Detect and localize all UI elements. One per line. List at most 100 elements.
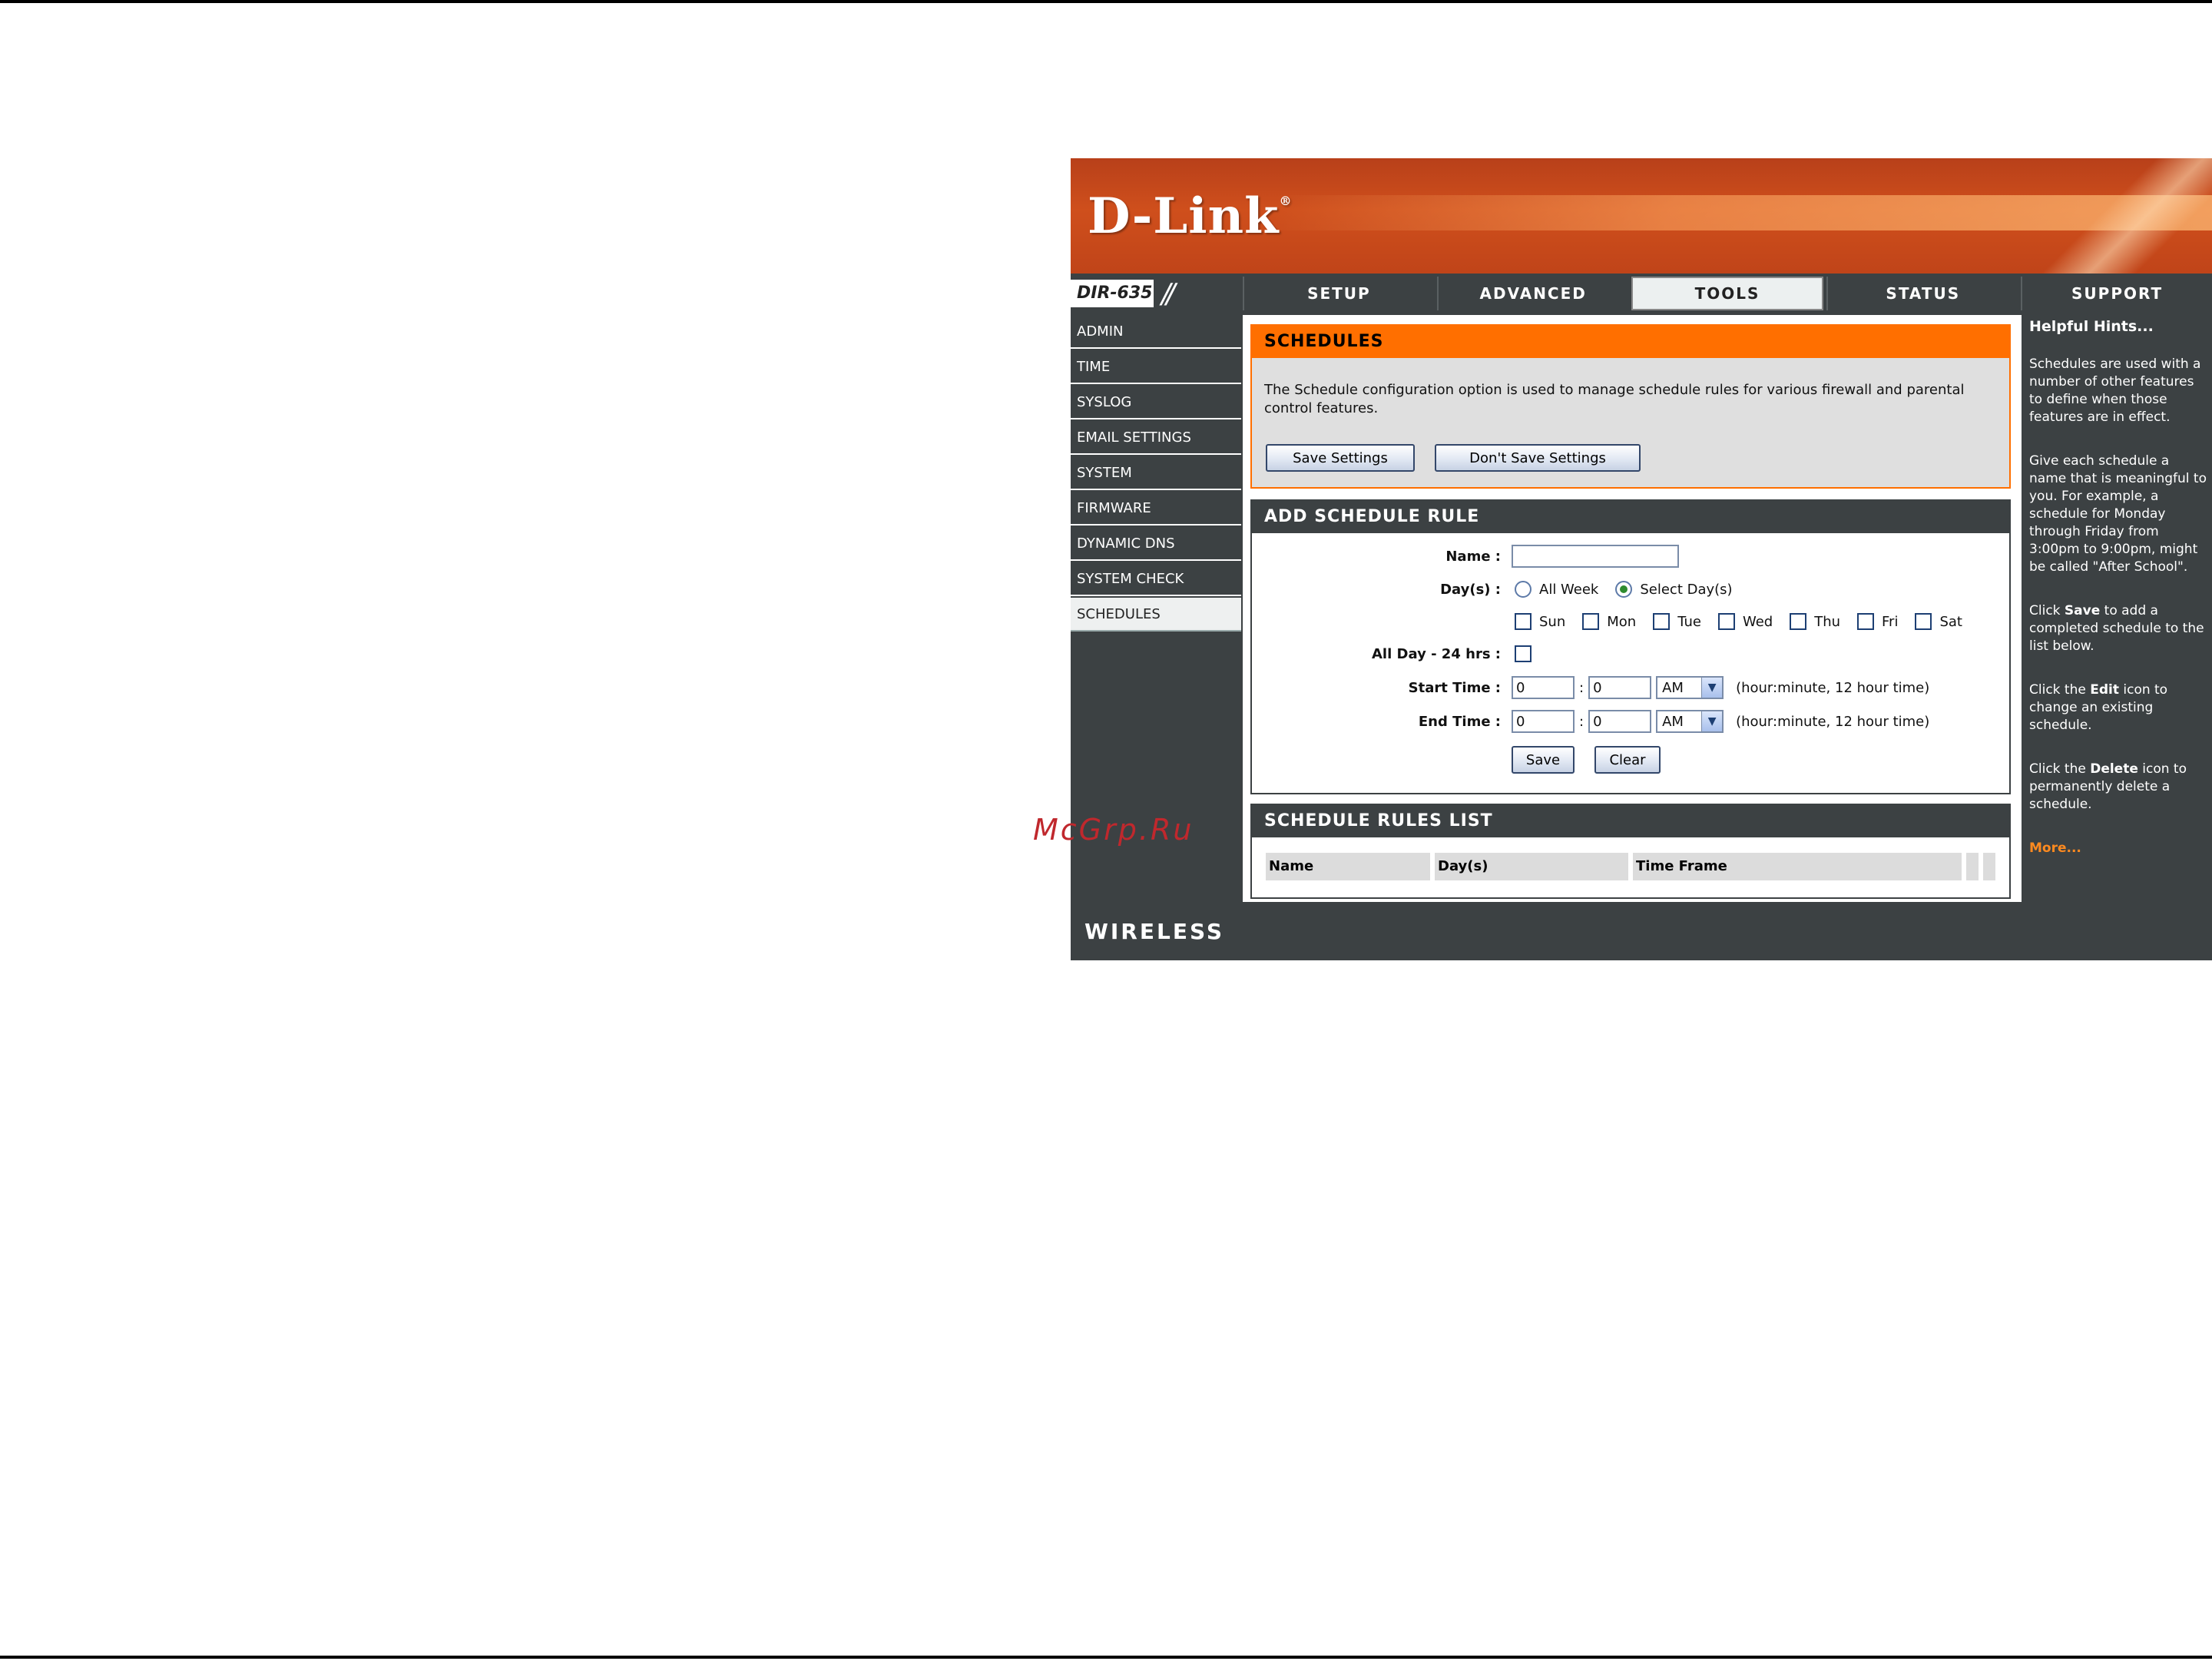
hint-delete: Click the Delete icon to permanently del…: [2029, 761, 2187, 812]
end-time-hint: (hour:minute, 12 hour time): [1736, 713, 1930, 730]
page-top-rule: [0, 0, 2212, 3]
chevron-down-icon: ▼: [1701, 678, 1723, 698]
model-name: DIR-635: [1071, 280, 1154, 307]
time-separator: :: [1579, 679, 1584, 696]
schedules-title: SCHEDULES: [1252, 326, 2009, 358]
all-day-checkbox[interactable]: [1515, 645, 1532, 662]
add-schedule-rule-section: ADD SCHEDULE RULE Name : Day(s) : All We…: [1250, 499, 2011, 794]
end-ampm-value: AM: [1662, 713, 1684, 730]
days-mode-row: Day(s) : All Week Select Day(s): [1252, 578, 2009, 601]
day-label-mon: Mon: [1607, 613, 1637, 630]
helpful-hints-panel: Helpful Hints... Schedules are used with…: [2022, 315, 2212, 902]
day-label-sun: Sun: [1539, 613, 1566, 630]
sidebar-item-admin[interactable]: ADMIN: [1071, 315, 1241, 349]
schedules-section: SCHEDULES The Schedule configuration opt…: [1250, 324, 2011, 489]
column-header-delete: [1983, 853, 1995, 880]
start-time-hint: (hour:minute, 12 hour time): [1736, 679, 1930, 696]
model-strip: DIR-635 //: [1071, 277, 1241, 310]
rules-table-header: Name Day(s) Time Frame: [1266, 853, 1995, 880]
day-label-wed: Wed: [1742, 613, 1773, 630]
tab-tools[interactable]: TOOLS: [1631, 277, 1824, 310]
all-day-label: All Day - 24 hrs :: [1372, 645, 1501, 662]
tab-advanced[interactable]: ADVANCED: [1436, 277, 1628, 310]
all-day-row: All Day - 24 hrs :: [1252, 642, 2009, 665]
day-checkboxes-row: Sun Mon Tue Wed Thu Fri Sat: [1252, 610, 2009, 633]
end-minute-input[interactable]: [1588, 710, 1652, 733]
name-input[interactable]: [1512, 545, 1679, 568]
days-label: Day(s) :: [1440, 581, 1501, 598]
save-rule-button[interactable]: Save: [1512, 746, 1575, 774]
add-rule-title: ADD SCHEDULE RULE: [1252, 501, 2009, 533]
main-content: SCHEDULES The Schedule configuration opt…: [1243, 315, 2055, 902]
day-label-fri: Fri: [1882, 613, 1899, 630]
name-row: Name :: [1252, 544, 2009, 569]
schedule-rules-list-section: SCHEDULE RULES LIST Name Day(s) Time Fra…: [1250, 804, 2011, 899]
start-time-row: Start Time : : AM ▼ (hour:minute, 12 hou…: [1252, 675, 2009, 701]
day-label-sat: Sat: [1939, 613, 1962, 630]
day-checkbox-mon[interactable]: [1582, 613, 1600, 630]
sidebar-item-firmware[interactable]: FIRMWARE: [1071, 492, 1241, 525]
end-time-label: End Time :: [1418, 713, 1501, 730]
model-slashes: //: [1161, 278, 1175, 310]
sidebar-item-dynamic-dns[interactable]: DYNAMIC DNS: [1071, 527, 1241, 561]
tab-support[interactable]: SUPPORT: [2021, 277, 2212, 310]
tab-status[interactable]: STATUS: [1826, 277, 2018, 310]
end-hour-input[interactable]: [1512, 710, 1575, 733]
clear-button[interactable]: Clear: [1594, 746, 1661, 774]
day-checkbox-sat[interactable]: [1915, 613, 1932, 630]
column-header-days: Day(s): [1435, 853, 1628, 880]
start-ampm-select[interactable]: AM ▼: [1656, 676, 1724, 699]
hints-title: Helpful Hints...: [2029, 318, 2154, 335]
rule-buttons-row: Save Clear: [1252, 745, 2009, 774]
schedules-description: The Schedule configuration option is use…: [1264, 382, 1965, 416]
day-checkbox-thu[interactable]: [1790, 613, 1807, 630]
start-hour-input[interactable]: [1512, 676, 1575, 699]
start-time-label: Start Time :: [1408, 679, 1501, 696]
sidebar-item-syslog[interactable]: SYSLOG: [1071, 386, 1241, 419]
dont-save-settings-button[interactable]: Don't Save Settings: [1435, 444, 1641, 472]
end-time-row: End Time : : AM ▼ (hour:minute, 12 hour …: [1252, 708, 2009, 734]
select-days-label: Select Day(s): [1640, 581, 1733, 598]
column-header-name: Name: [1266, 853, 1430, 880]
day-label-thu: Thu: [1814, 613, 1841, 630]
dlink-logo: D-Link®: [1088, 187, 1293, 245]
watermark: McGrp.Ru: [1033, 813, 1194, 847]
sidebar-item-system-check[interactable]: SYSTEM CHECK: [1071, 562, 1241, 596]
select-days-radio[interactable]: [1615, 581, 1633, 598]
name-label: Name :: [1445, 548, 1501, 565]
sidebar-item-schedules[interactable]: SCHEDULES: [1071, 598, 1241, 632]
footer-bar: WIRELESS: [1071, 905, 2212, 960]
hint-schedules-usage: Schedules are used with a number of othe…: [2029, 356, 2201, 425]
hint-save: Click Save to add a completed schedule t…: [2029, 603, 2204, 654]
time-separator: :: [1579, 713, 1584, 730]
save-settings-button[interactable]: Save Settings: [1266, 444, 1415, 472]
sidebar-item-system[interactable]: SYSTEM: [1071, 456, 1241, 490]
end-ampm-select[interactable]: AM ▼: [1656, 710, 1724, 733]
day-checkbox-tue[interactable]: [1653, 613, 1671, 630]
more-link[interactable]: More...: [2029, 840, 2207, 857]
hint-naming: Give each schedule a name that is meanin…: [2029, 453, 2207, 575]
all-week-radio[interactable]: [1515, 581, 1532, 598]
tab-setup[interactable]: SETUP: [1243, 277, 1434, 310]
rules-list-title: SCHEDULE RULES LIST: [1252, 805, 2009, 837]
day-label-tue: Tue: [1677, 613, 1701, 630]
day-checkbox-sun[interactable]: [1515, 613, 1532, 630]
page-bottom-rule: [0, 1656, 2212, 1659]
router-admin-screenshot: D-Link® DIR-635 // SETUP ADVANCED TOOLS …: [1071, 158, 2212, 960]
header-banner: D-Link®: [1071, 158, 2212, 274]
start-ampm-value: AM: [1662, 679, 1684, 696]
banner-sheen-corner: [2031, 158, 2212, 274]
sidebar-item-time[interactable]: TIME: [1071, 350, 1241, 384]
radio-selected-dot: [1620, 585, 1628, 593]
column-header-time-frame: Time Frame: [1633, 853, 1962, 880]
day-checkbox-fri[interactable]: [1857, 613, 1875, 630]
sidebar: ADMIN TIME SYSLOG EMAIL SETTINGS SYSTEM …: [1071, 315, 1241, 633]
day-checkbox-wed[interactable]: [1717, 613, 1735, 630]
top-tabs: SETUP ADVANCED TOOLS STATUS SUPPORT: [1243, 277, 2212, 310]
hint-edit: Click the Edit icon to change an existin…: [2029, 682, 2168, 733]
sidebar-item-email-settings[interactable]: EMAIL SETTINGS: [1071, 421, 1241, 455]
start-minute-input[interactable]: [1588, 676, 1652, 699]
column-header-edit: [1966, 853, 1979, 880]
chevron-down-icon: ▼: [1701, 711, 1723, 731]
wireless-logo: WIRELESS: [1084, 919, 1225, 944]
